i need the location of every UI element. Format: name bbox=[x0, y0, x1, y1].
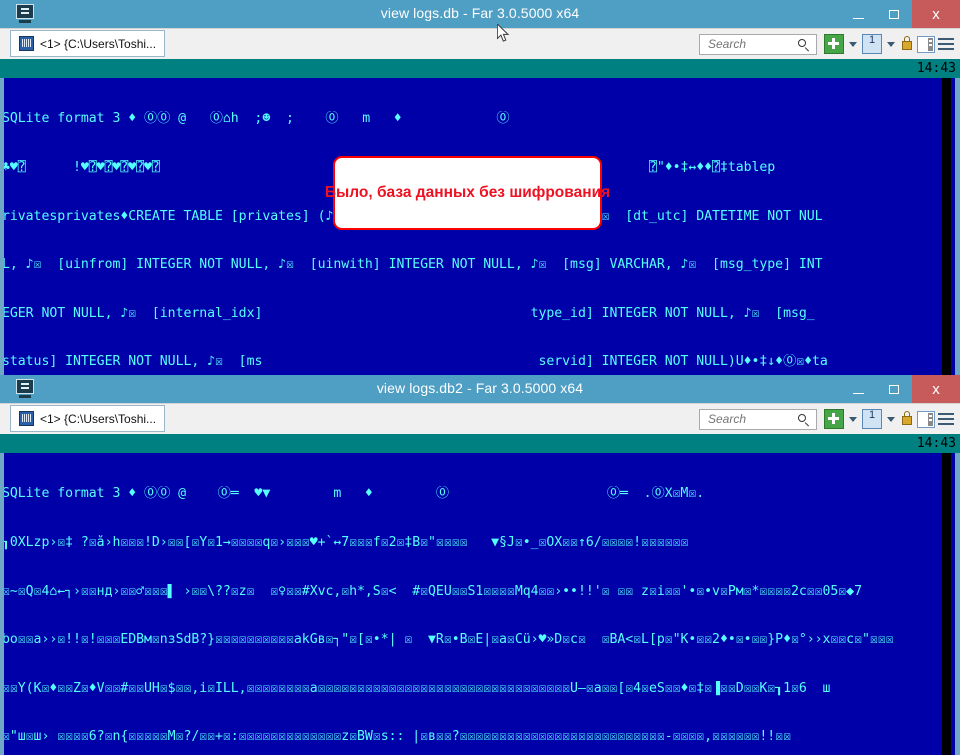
annotation-text: Было, база данных без шифрования bbox=[324, 184, 611, 201]
page-number-icon-2[interactable] bbox=[862, 409, 882, 429]
search-icon-2 bbox=[797, 413, 811, 427]
panel-toggle-icon[interactable] bbox=[917, 35, 935, 53]
search-input-2[interactable] bbox=[706, 411, 796, 427]
dump-line: ☒☒Y(K☒♦☒☒Z☒♦V☒☒#☒☒UH☒$☒☒,i☒ILL,☒☒☒☒☒☒☒☒а… bbox=[2, 680, 831, 696]
toolbar-right-group-top bbox=[699, 31, 954, 57]
close-button[interactable]: x bbox=[912, 0, 960, 28]
add-icon-2[interactable] bbox=[824, 409, 844, 429]
search-box-2[interactable] bbox=[699, 408, 817, 430]
dump-line: SQLite format 3 ♦ ⓪⓪ @ ⓪⌂h ;☻ ; ⓪ m ♦ ⓪ bbox=[2, 111, 510, 127]
viewer-tab-label: <1> {C:\Users\Toshi... bbox=[40, 36, 157, 51]
status-line-top: C:\Users\Toshiba\AppData\Local\MyChat Cl… bbox=[0, 59, 960, 78]
lock-icon-2[interactable] bbox=[900, 411, 914, 427]
dump-line: bo☒☒а››☒!!☒!☒☒☒EDBм☒nзSdB?}☒☒☒☒☒☒☒☒☒☒akG… bbox=[2, 632, 894, 648]
search-input[interactable] bbox=[706, 36, 796, 52]
window-controls-top: x bbox=[840, 0, 960, 28]
annotation-callout-unencrypted: Было, база данных без шифрования bbox=[325, 156, 610, 230]
dump-line: ┒0XLzp›☒‡ ?☒å›h☒☒☒!D›☒☒[☒Y☒1→☒☒☒☒q☒›☒☒☒♥… bbox=[2, 535, 689, 550]
viewer-tab-2[interactable]: <1> {C:\Users\Toshi... bbox=[10, 405, 166, 432]
chevron-down-icon-2[interactable] bbox=[887, 41, 895, 47]
panel-toggle-icon-2[interactable] bbox=[917, 410, 935, 428]
dump-line: ☒~☒Q☒4⌂←┐›☒☒нд›☒☒♂☒☒☒▌ ›☒☒\??☒z☒ ☒♀☒☒#Xv… bbox=[2, 583, 862, 599]
toolbar-top: <1> {C:\Users\Toshi... bbox=[0, 28, 960, 59]
far-window-bottom: view logs.db2 - Far 3.0.5000 x64 x <1> {… bbox=[0, 375, 960, 755]
menu-icon-2[interactable] bbox=[938, 412, 954, 426]
right-frame-edge-top bbox=[955, 59, 960, 375]
dump-line: status] INTEGER NOT NULL, ♪☒ [ms servid]… bbox=[2, 354, 828, 370]
file-viewer-icon-2 bbox=[19, 411, 34, 426]
search-icon bbox=[797, 38, 811, 52]
status-clock-2: 14:43 bbox=[916, 436, 956, 451]
mouse-cursor bbox=[497, 24, 510, 42]
search-box[interactable] bbox=[699, 33, 817, 55]
chevron-down-icon-4[interactable] bbox=[887, 416, 895, 422]
console-bottom: C:\Users\Toshiba\AppData\Local\MyChat Cl… bbox=[0, 434, 960, 755]
status-line-bottom: C:\Users\Toshiba\AppData\Local\MyChat Cl… bbox=[0, 434, 960, 453]
status-clock: 14:43 bbox=[916, 61, 956, 76]
viewer-tab-label-2: <1> {C:\Users\Toshi... bbox=[40, 411, 157, 426]
right-frame-edge-bottom bbox=[955, 434, 960, 755]
chevron-down-icon-3[interactable] bbox=[849, 416, 857, 422]
add-icon[interactable] bbox=[824, 34, 844, 54]
left-frame-edge-bottom bbox=[0, 434, 4, 755]
minimize-button-2[interactable] bbox=[840, 375, 876, 403]
left-frame-edge-top bbox=[0, 59, 4, 375]
maximize-button-2[interactable] bbox=[876, 375, 912, 403]
window-title-2: view logs.db2 - Far 3.0.5000 x64 bbox=[376, 380, 584, 396]
titlebar-bottom: view logs.db2 - Far 3.0.5000 x64 x bbox=[0, 375, 960, 403]
maximize-button[interactable] bbox=[876, 0, 912, 28]
titlebar-top: view logs.db - Far 3.0.5000 x64 x bbox=[0, 0, 960, 28]
dump-line: ☒"ш☒ш› ☒☒☒☒6?☒n{☒☒☒☒☒M☒?/☒☒+☒:☒☒☒☒☒☒☒☒☒☒… bbox=[2, 729, 791, 745]
window-title: view logs.db - Far 3.0.5000 x64 bbox=[380, 5, 580, 21]
vertical-scrollbar-top[interactable] bbox=[942, 78, 951, 375]
minimize-button[interactable] bbox=[840, 0, 876, 28]
page-number-icon[interactable] bbox=[862, 34, 882, 54]
far-window-top: view logs.db - Far 3.0.5000 x64 x <1> {C… bbox=[0, 0, 960, 375]
file-viewer-icon bbox=[19, 36, 34, 51]
vertical-scrollbar-bottom[interactable] bbox=[942, 453, 951, 755]
dump-line: EGER NOT NULL, ♪☒ [internal_idx] type_id… bbox=[2, 305, 815, 321]
lock-icon[interactable] bbox=[900, 36, 914, 52]
menu-icon[interactable] bbox=[938, 37, 954, 51]
toolbar-bottom: <1> {C:\Users\Toshi... bbox=[0, 403, 960, 434]
dump-line: SQLite format 3 ♦ ⓪⓪ @ ⓪═ ♥▼ m ♦ ⓪ ⓪═ .⓪… bbox=[2, 486, 705, 502]
dump-line: L, ♪☒ [uinfrom] INTEGER NOT NULL, ♪☒ [ui… bbox=[2, 257, 823, 273]
close-button-2[interactable]: x bbox=[912, 375, 960, 403]
hex-dump-bottom: SQLite format 3 ♦ ⓪⓪ @ ⓪═ ♥▼ m ♦ ⓪ ⓪═ .⓪… bbox=[0, 453, 960, 755]
viewer-tab[interactable]: <1> {C:\Users\Toshi... bbox=[10, 30, 166, 57]
chevron-down-icon[interactable] bbox=[849, 41, 857, 47]
toolbar-right-group-bottom bbox=[699, 406, 954, 432]
window-controls-bottom: x bbox=[840, 375, 960, 403]
